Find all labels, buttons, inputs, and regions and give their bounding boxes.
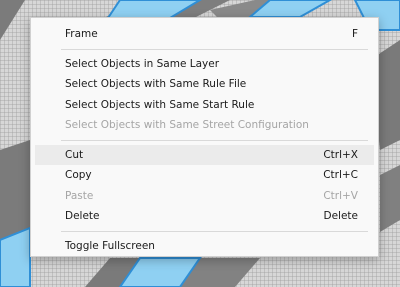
menu-item-copy[interactable]: Copy Ctrl+C <box>35 165 374 186</box>
menu-item-cut[interactable]: Cut Ctrl+X <box>35 144 374 165</box>
street-segment <box>380 165 400 232</box>
menu-separator <box>61 230 368 232</box>
menu-item-label: Select Objects with Same Rule File <box>65 78 247 91</box>
menu-item-label: Toggle Fullscreen <box>65 239 155 252</box>
menu-item-label: Delete <box>65 210 100 223</box>
menu-item-shortcut: F <box>351 28 358 41</box>
menu-item-delete[interactable]: Delete Delete <box>35 206 374 227</box>
menu-item-label: Frame <box>65 28 98 41</box>
menu-separator <box>61 139 368 141</box>
context-menu: Frame F Select Objects in Same Layer Sel… <box>30 17 379 257</box>
menu-item-label: Select Objects with Same Street Configur… <box>65 119 309 132</box>
menu-item-label: Select Objects with Same Start Rule <box>65 98 255 111</box>
street-segment <box>0 140 30 240</box>
menu-item-shortcut: Ctrl+V <box>323 189 358 202</box>
menu-item-frame[interactable]: Frame F <box>35 24 374 45</box>
menu-item-select-same-layer[interactable]: Select Objects in Same Layer <box>35 54 374 75</box>
menu-item-shortcut: Delete <box>323 210 359 223</box>
menu-item-select-same-rule-file[interactable]: Select Objects with Same Rule File <box>35 74 374 95</box>
menu-item-select-same-street-configuration: Select Objects with Same Street Configur… <box>35 115 374 136</box>
menu-item-label: Select Objects in Same Layer <box>65 57 220 70</box>
menu-item-paste: Paste Ctrl+V <box>35 186 374 207</box>
menu-separator <box>61 48 368 50</box>
menu-item-label: Paste <box>65 189 94 202</box>
menu-item-label: Cut <box>65 148 84 161</box>
street-segment <box>0 0 25 40</box>
menu-item-select-same-start-rule[interactable]: Select Objects with Same Start Rule <box>35 95 374 116</box>
menu-item-label: Copy <box>65 169 92 182</box>
menu-item-shortcut: Ctrl+X <box>323 148 358 161</box>
menu-item-toggle-fullscreen[interactable]: Toggle Fullscreen <box>35 236 374 257</box>
menu-item-shortcut: Ctrl+C <box>323 169 358 182</box>
